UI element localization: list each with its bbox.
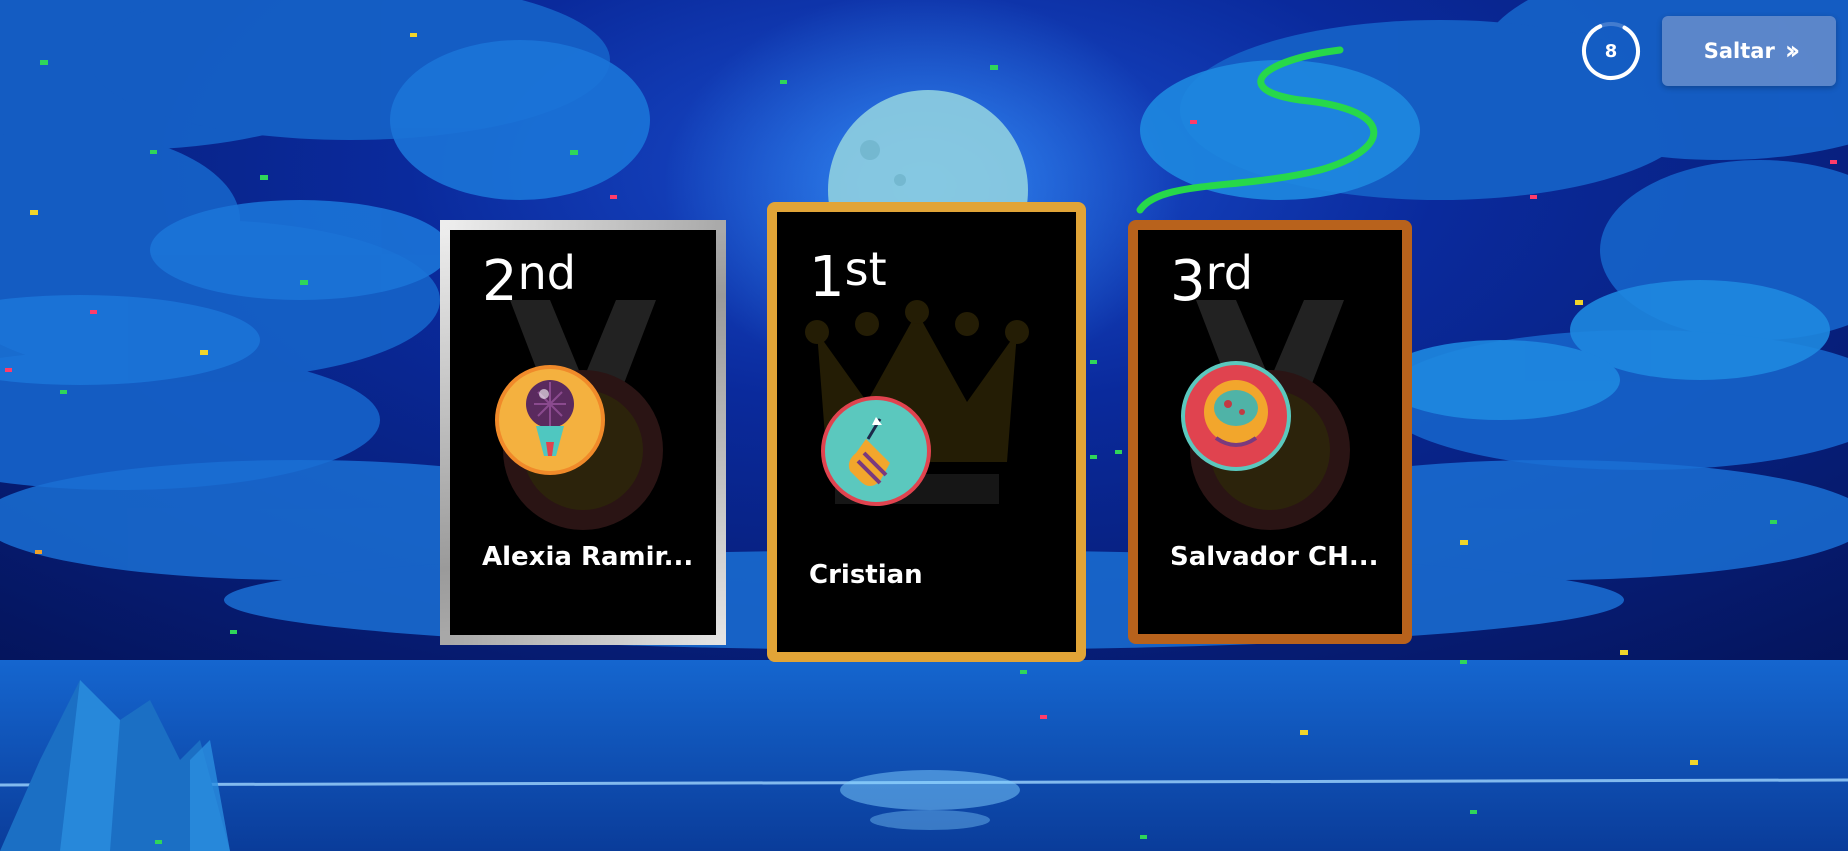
skip-button[interactable]: Saltar ›› [1662, 16, 1836, 86]
player-name: Alexia Ramir... [482, 542, 694, 572]
player-name: Salvador CH... [1170, 542, 1379, 572]
skip-button-label: Saltar [1703, 39, 1775, 63]
player-name: Cristian [809, 560, 923, 590]
podium-card-second: 2nd Alexia Ramir... [440, 220, 726, 645]
astronaut-helmet-avatar [1181, 361, 1291, 471]
double-chevron-right-icon: ›› [1784, 36, 1801, 66]
place-label: 3rd [1170, 246, 1253, 314]
timer-value: 8 [1604, 40, 1618, 62]
place-label: 2nd [482, 246, 576, 314]
podium-card-first: 1st Cristian [767, 202, 1086, 662]
microphone-avatar [495, 365, 605, 475]
firework-rocket-avatar [821, 396, 931, 506]
countdown-timer: 8 [1580, 20, 1642, 82]
podium-card-third: 3rd Salvador CH... [1128, 220, 1412, 644]
place-label: 1st [809, 242, 887, 310]
